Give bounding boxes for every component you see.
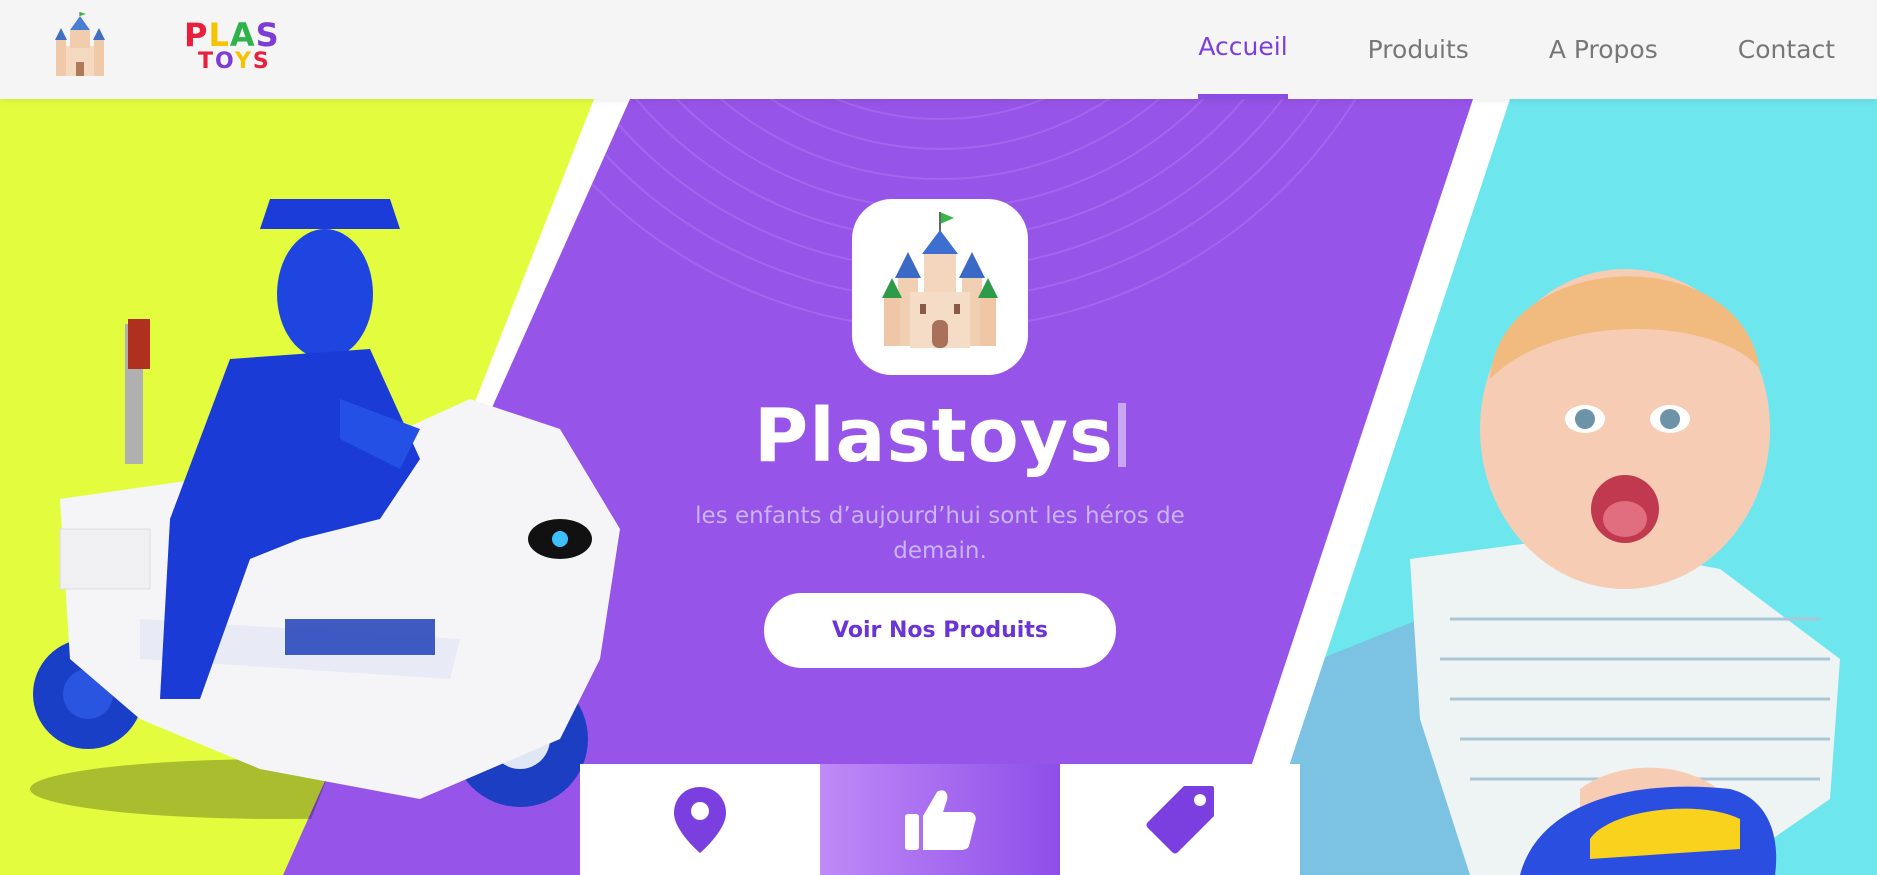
thumbs-up-icon — [905, 789, 976, 850]
main-nav: Accueil Produits A Propos Contact — [1118, 0, 1835, 99]
price-tag-icon — [1146, 785, 1214, 853]
feature-tile-location[interactable] — [580, 764, 820, 875]
view-products-button[interactable]: Voir Nos Produits — [764, 593, 1116, 668]
logo-letter: Y — [234, 49, 253, 74]
hero-title: Plastoys — [640, 393, 1240, 479]
nav-item-contact[interactable]: Contact — [1738, 0, 1835, 99]
site-header: PLAS TOYS Accueil Produits A Propos Cont… — [0, 0, 1877, 99]
hero-title-text: Plastoys — [753, 393, 1115, 479]
feature-tile-quality[interactable] — [820, 764, 1060, 875]
logo-letter: O — [215, 49, 235, 74]
nav-item-accueil[interactable]: Accueil — [1198, 0, 1288, 99]
logo-letter: T — [198, 49, 216, 74]
feature-tile-price[interactable] — [1060, 764, 1300, 875]
location-pin-icon — [674, 786, 726, 853]
logo-letter: S — [252, 49, 271, 74]
castle-app-icon — [852, 199, 1028, 375]
feature-tiles — [580, 764, 1300, 875]
castle-icon — [882, 212, 998, 348]
hero-subtitle: les enfants d’aujourd’hui sont les héros… — [695, 503, 1185, 564]
nav-item-produits[interactable]: Produits — [1368, 0, 1469, 99]
brand-wordmark: PLAS TOYS — [184, 19, 280, 73]
castle-logo-icon — [55, 12, 105, 76]
hero-content: Plastoys les enfants d’aujourd’hui sont … — [640, 99, 1240, 668]
brand-logo[interactable]: PLAS TOYS — [48, 12, 280, 80]
typing-cursor — [1118, 403, 1127, 467]
nav-item-a-propos[interactable]: A Propos — [1549, 0, 1658, 99]
